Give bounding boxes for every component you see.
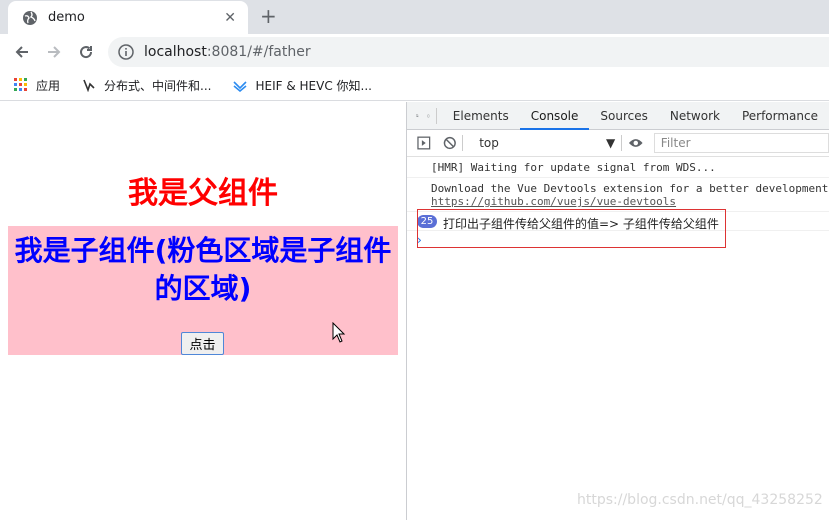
separator: [621, 135, 623, 151]
reload-icon[interactable]: [76, 42, 96, 62]
father-title: 我是父组件: [128, 176, 278, 211]
bookmark-icon: [233, 81, 248, 92]
bookmark-label: HEIF & HEVC 你知...: [255, 78, 372, 93]
tab-sources[interactable]: Sources: [589, 102, 658, 130]
click-button[interactable]: 点击: [181, 332, 224, 355]
browser-toolbar: localhost:8081/#/father: [0, 34, 829, 70]
clear-console-icon[interactable]: [443, 136, 457, 150]
bookmark-icon: [83, 79, 95, 92]
tab-strip: demo ✕ +: [0, 0, 829, 34]
browser-tab[interactable]: demo ✕: [8, 1, 248, 34]
inspect-icon[interactable]: [416, 108, 419, 124]
tab-performance[interactable]: Performance: [731, 102, 829, 130]
devtools-link[interactable]: https://github.com/vuejs/vue-devtools: [431, 195, 676, 208]
close-icon[interactable]: ✕: [224, 10, 236, 26]
console-text: [HMR] Waiting for update signal from WDS…: [431, 161, 716, 174]
filter-input[interactable]: Filter: [653, 133, 829, 153]
address-bar[interactable]: localhost:8081/#/father: [108, 37, 829, 67]
tab-network[interactable]: Network: [659, 102, 731, 130]
bookmark-apps[interactable]: 应用: [14, 77, 60, 94]
highlight-box: [417, 209, 726, 248]
devtools-tabbar: Elements Console Sources Network Perform…: [407, 102, 829, 130]
new-tab-button[interactable]: +: [260, 6, 277, 26]
info-icon[interactable]: [118, 44, 134, 60]
watermark: https://blog.csdn.net/qq_43258252: [577, 492, 823, 508]
separator: [462, 135, 464, 151]
console-message: Download the Vue Devtools extension for …: [407, 178, 829, 212]
bookmark-label: 应用: [36, 78, 61, 93]
context-label: top: [479, 136, 499, 150]
console-toolbar: top ▼ Filter: [407, 130, 829, 157]
forward-icon[interactable]: [44, 42, 64, 62]
url-host: localhost: [144, 44, 207, 60]
console-text: Download the Vue Devtools extension for …: [431, 182, 829, 195]
url-path: :8081/#/father: [206, 44, 311, 60]
apps-grid-icon: [14, 78, 27, 91]
tab-elements[interactable]: Elements: [442, 102, 520, 130]
tab-console[interactable]: Console: [519, 102, 590, 130]
bookmark-label: 分布式、中间件和...: [104, 78, 212, 93]
devtools-panel: Elements Console Sources Network Perform…: [406, 102, 829, 520]
context-selector[interactable]: top ▼: [479, 136, 615, 150]
eye-icon[interactable]: [628, 137, 644, 149]
page-viewport: 我是父组件 我是子组件(粉色区域是子组件的区域) 点击: [0, 102, 406, 520]
bookmark-heif[interactable]: HEIF & HEVC 你知...: [233, 77, 372, 94]
console-message: [HMR] Waiting for update signal from WDS…: [407, 157, 829, 178]
tab-title: demo: [48, 10, 85, 25]
child-title: 我是子组件(粉色区域是子组件的区域): [14, 234, 392, 305]
mouse-cursor-icon: [332, 322, 346, 343]
sidebar-toggle-icon[interactable]: [417, 136, 431, 150]
device-toolbar-icon[interactable]: [427, 108, 430, 124]
back-icon[interactable]: [12, 42, 32, 62]
bookmarks-bar: 应用 分布式、中间件和... HEIF & HEVC 你知...: [0, 70, 829, 101]
globe-icon: [23, 10, 37, 25]
bookmark-distributed[interactable]: 分布式、中间件和...: [82, 77, 211, 94]
dropdown-arrow-icon: ▼: [606, 136, 616, 150]
